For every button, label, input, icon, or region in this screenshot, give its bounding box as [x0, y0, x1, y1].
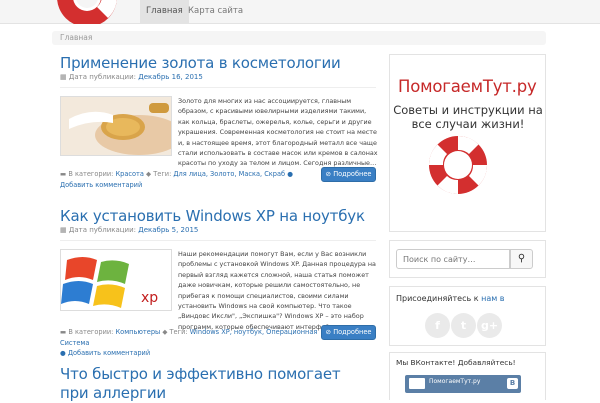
vk-group-widget[interactable]: ПомогаемТут.ру B — [405, 375, 521, 393]
link-icon: ⊘ — [325, 328, 332, 336]
add-comment-link[interactable]: Добавить комментарий — [68, 349, 150, 357]
sidebar-tagline: Советы и инструкции на все случаи жизни! — [393, 103, 543, 131]
date-value[interactable]: Декабрь 16, 2015 — [138, 73, 203, 81]
facebook-icon[interactable]: f — [425, 313, 450, 338]
category-link[interactable]: Компьютеры — [115, 328, 160, 336]
date-value[interactable]: Декабрь 5, 2015 — [138, 226, 198, 234]
folder-icon: ▬ — [60, 170, 67, 178]
search-button[interactable]: ⚲ — [510, 249, 533, 269]
post-categories-2: ▬ В категории: Компьютеры ◆ Теги: Window… — [60, 328, 318, 357]
post-title-2[interactable]: Как установить Windows XP на ноутбук — [60, 207, 365, 225]
sidebar-brand-title[interactable]: ПомогаемТут.ру — [398, 77, 537, 96]
googleplus-icon[interactable]: g+ — [477, 313, 502, 338]
comment-icon: ● — [60, 349, 66, 357]
calendar-icon: ▦ — [60, 226, 67, 234]
post-title-1[interactable]: Применение золота в косметологии — [60, 54, 341, 72]
lifebuoy-icon — [427, 134, 489, 196]
lifebuoy-icon — [409, 378, 425, 389]
post-date-1: ▦ Дата публикации: Декабрь 16, 2015 — [60, 73, 203, 81]
post-title-3[interactable]: Что быстро и эффективно помогает при алл… — [60, 365, 360, 403]
folder-icon: ▬ — [60, 328, 67, 336]
calendar-icon: ▦ — [60, 73, 67, 81]
vk-widget-title: Мы ВКонтакте! Добавляйтесь! — [396, 358, 516, 367]
vk-widget-label: ПомогаемТут.ру — [429, 378, 481, 385]
vk-logo-icon: B — [507, 378, 518, 389]
search-input[interactable] — [396, 249, 510, 269]
breadcrumb[interactable]: Главная — [52, 31, 546, 45]
search-icon: ⚲ — [517, 253, 526, 264]
read-more-button[interactable]: ⊘ Подробнее — [321, 167, 376, 182]
comment-icon: ● — [287, 170, 293, 178]
lifebuoy-logo-icon[interactable] — [52, 0, 122, 24]
divider — [60, 87, 376, 88]
divider — [60, 240, 376, 241]
post-excerpt-1: Золото для многих из нас ассоциируется, … — [178, 97, 378, 168]
twitter-icon[interactable]: t — [451, 313, 476, 338]
tags-links[interactable]: Для лица, Золото, Маска, Скраб — [173, 170, 285, 178]
post-categories-1: ▬ В категории: Красота ◆ Теги: Для лица,… — [60, 170, 293, 189]
date-label: Дата публикации: — [68, 226, 137, 234]
tag-icon: ◆ — [162, 328, 168, 336]
nav-sitemap[interactable]: Карта сайта — [182, 0, 249, 24]
read-more-button[interactable]: ⊘ Подробнее — [321, 325, 376, 340]
category-link[interactable]: Красота — [115, 170, 143, 178]
link-icon: ⊘ — [325, 170, 332, 178]
add-comment-link[interactable]: Добавить комментарий — [60, 181, 142, 189]
top-navbar: Главная Карта сайта — [0, 0, 600, 24]
post-thumbnail-gold-mask[interactable] — [60, 96, 172, 156]
tag-icon: ◆ — [146, 170, 152, 178]
join-title: Присоединяйтесь к нам в — [396, 294, 505, 303]
post-thumbnail-windows-xp[interactable]: xp — [60, 249, 172, 311]
date-label: Дата публикации: — [68, 73, 137, 81]
post-excerpt-2: Наши рекомендации помогут Вам, если у Ва… — [178, 250, 376, 331]
post-date-2: ▦ Дата публикации: Декабрь 5, 2015 — [60, 226, 198, 234]
join-link[interactable]: нам в — [481, 294, 504, 303]
svg-text:xp: xp — [141, 290, 158, 306]
